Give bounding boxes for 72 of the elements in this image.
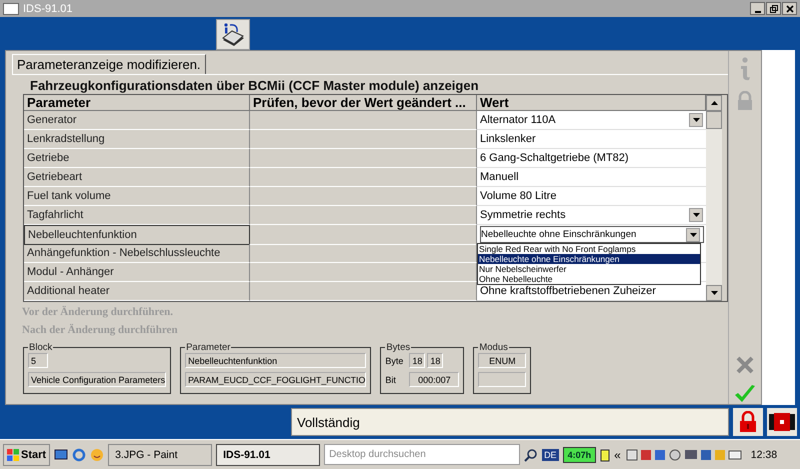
byte-label: Byte <box>385 356 404 366</box>
close-button[interactable] <box>782 2 797 15</box>
taskbar-button[interactable]: IDS-91.01 <box>216 444 320 466</box>
battery-time: 4:07h <box>562 446 596 462</box>
table-cell[interactable]: Anhängefunktion - Nebelschlussleuchte <box>24 244 250 263</box>
scrollbar[interactable] <box>706 95 722 301</box>
scroll-down-icon[interactable] <box>710 291 718 295</box>
value-cell[interactable]: 6 Gang-Schaltgetriebe (MT82) <box>477 149 706 168</box>
bit-field: 000:007 <box>409 372 460 387</box>
table-cell[interactable]: Additional heater <box>24 282 250 301</box>
group-title: Bytes <box>385 342 412 353</box>
block-name-field: Vehicle Configuration Parameters <box>28 372 166 387</box>
restore-icon[interactable] <box>770 4 778 12</box>
clock: 12:38 <box>750 448 778 460</box>
tray-expand-button[interactable]: « <box>614 448 621 462</box>
dropdown-option[interactable]: Nur Nebelscheinwerfer <box>478 264 700 274</box>
search-field[interactable]: Desktop durchsuchen <box>324 444 520 465</box>
info-book-button[interactable] <box>216 19 250 50</box>
parameter-name-field: Nebelleuchtenfunktion <box>185 353 366 368</box>
scroll-up-icon[interactable] <box>710 101 718 105</box>
column-header: Wert <box>477 95 706 111</box>
value-cell[interactable]: Manuell <box>477 168 706 187</box>
battery-icon[interactable] <box>600 448 610 462</box>
search-icon[interactable] <box>524 448 538 462</box>
smiley-icon[interactable] <box>90 448 104 462</box>
table-cell[interactable]: Getriebeart <box>24 168 250 187</box>
restore-button[interactable] <box>766 2 781 15</box>
table-cell[interactable]: Modul - Anhänger <box>24 263 250 282</box>
table-cell[interactable]: Nebelleuchtenfunktion <box>24 225 250 245</box>
column-header: Prüfen, bevor der Wert geändert ... <box>250 95 477 111</box>
bit-label: Bit <box>385 374 397 384</box>
tab[interactable]: Parameteranzeige modifizieren. <box>12 54 206 74</box>
value-cell[interactable]: Alternator 110A <box>477 111 706 130</box>
flag-icon[interactable] <box>7 448 19 460</box>
dropdown-option[interactable]: Single Red Rear with No Front Foglamps <box>478 244 700 254</box>
parameter-id-field: PARAM_EUCD_CCF_FOGLIGHT_FUNCTIO <box>185 372 366 387</box>
group-title: Block <box>28 342 54 353</box>
status-field: Vollständig <box>291 408 729 436</box>
close-icon[interactable] <box>786 4 794 12</box>
start-button[interactable]: Start <box>3 444 50 466</box>
group-title: Modus <box>478 342 509 353</box>
group-title: Parameter <box>185 342 232 353</box>
dropdown-option[interactable]: Nebelleuchte ohne Einschränkungen <box>478 254 700 264</box>
device-icon[interactable] <box>767 408 797 436</box>
value-cell[interactable]: Linkslenker <box>477 130 706 149</box>
desktop-icon[interactable] <box>54 448 68 462</box>
table-cell[interactable]: Fuel tank volume <box>24 187 250 206</box>
step-label: Vor der Änderung durchführen. <box>21 304 174 320</box>
section-heading: Fahrzeugkonfigurationsdaten über BCMii (CCF Master module) anzeigen <box>29 77 480 93</box>
column-header: Parameter <box>24 95 250 111</box>
language-indicator[interactable]: DE <box>542 448 559 460</box>
table-cell[interactable]: Lenkradstellung <box>24 130 250 149</box>
minimize-button[interactable] <box>750 2 765 15</box>
byte-field: 18 <box>409 353 426 368</box>
dropdown-option[interactable]: Ohne Nebelleuchte <box>478 274 700 284</box>
window-icon <box>3 2 19 14</box>
taskbar-button[interactable]: 3.JPG - Paint <box>108 444 212 466</box>
table-cell[interactable]: Generator <box>24 111 250 130</box>
value-cell[interactable]: Volume 80 Litre <box>477 187 706 206</box>
byte-field: 18 <box>427 353 444 368</box>
table-cell[interactable]: Tagfahrlicht <box>24 206 250 225</box>
value-dropdown[interactable]: Nebelleuchte ohne Einschränkungen <box>480 226 704 243</box>
scrollbar-thumb[interactable] <box>706 111 722 129</box>
checkmark-icon[interactable] <box>734 384 756 404</box>
table-cell[interactable]: Getriebe <box>24 149 250 168</box>
step-label: Nach der Änderung durchführen <box>21 322 179 338</box>
window-title: IDS-91.01 <box>23 2 73 14</box>
value-cell[interactable]: Symmetrie rechts <box>477 206 706 225</box>
lock-icon[interactable] <box>733 408 763 436</box>
empty-field <box>478 372 526 387</box>
block-number-field: 5 <box>28 353 48 368</box>
mode-field: ENUM <box>478 353 526 368</box>
